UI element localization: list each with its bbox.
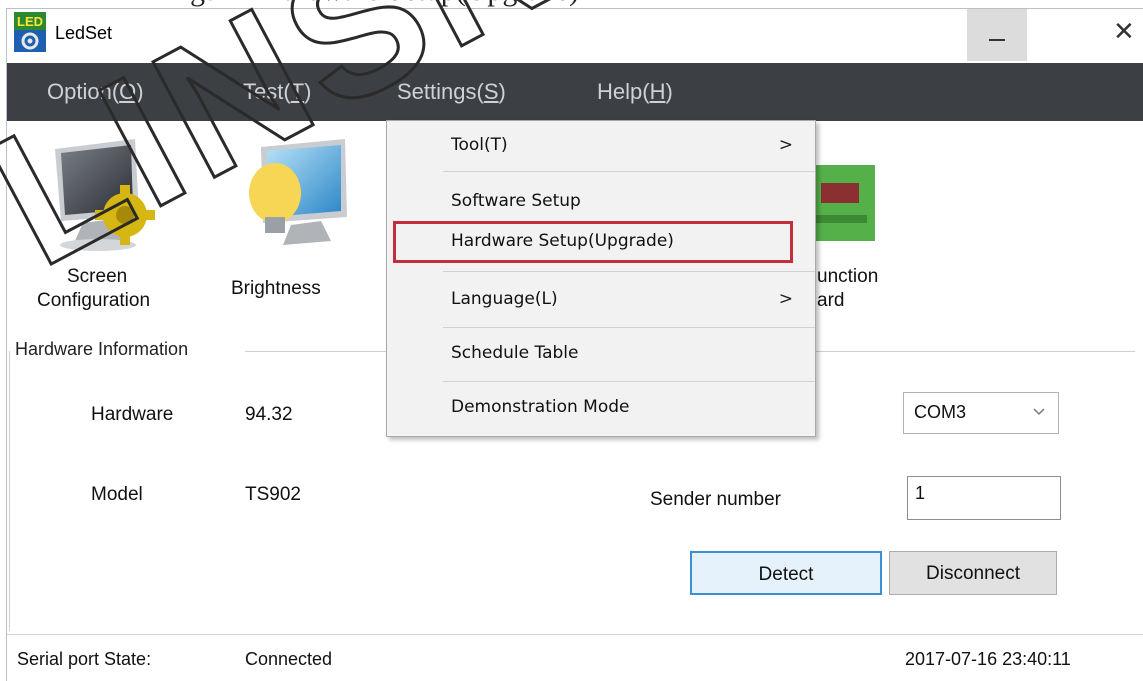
function-card-label-line2: ard	[817, 290, 845, 311]
menu-item-language-label: Language(L)	[451, 289, 558, 309]
menu-bar: Option(O) Test(T) Settings(S) Help(H)	[7, 63, 1143, 121]
menu-item-demonstration-mode[interactable]: Demonstration Mode	[387, 389, 815, 429]
screen-configuration-tool[interactable]	[43, 137, 173, 257]
menu-option-accelerator: O	[119, 79, 137, 104]
menu-option-suffix: )	[136, 79, 144, 104]
menu-item-tool-label: Tool(T)	[451, 135, 508, 155]
function-card-label-line1: unction	[817, 266, 879, 287]
menu-item-tool[interactable]: Tool(T) >	[387, 127, 815, 167]
menu-settings-suffix: )	[498, 79, 506, 104]
menu-separator	[443, 171, 815, 172]
menu-separator	[443, 271, 815, 272]
title-bar: LED LedSet ✕	[7, 9, 1143, 63]
window-title: LedSet	[55, 23, 113, 43]
minimize-icon	[989, 39, 1005, 41]
status-bar-divider	[7, 634, 1143, 635]
model-value: TS902	[245, 484, 301, 505]
close-icon: ✕	[1113, 17, 1135, 47]
serial-port-state-label: Serial port State:	[17, 649, 152, 669]
detect-button[interactable]: Detect	[690, 551, 882, 595]
highlight-annotation-box	[393, 221, 793, 263]
menu-test-label: Test(	[243, 79, 291, 104]
menu-test-accelerator: T	[290, 79, 305, 104]
brightness-label: Brightness	[231, 278, 321, 299]
menu-help-label: Help(	[597, 79, 650, 104]
serial-port-state-value: Connected	[245, 649, 333, 669]
menu-help-suffix: )	[665, 79, 673, 104]
document-caption: ngs → Hardware Setup(Upgrade)	[0, 0, 1143, 8]
menu-option-label: Option(	[47, 79, 120, 104]
caption-text: ngs → Hardware Setup(Upgrade)	[175, 0, 579, 8]
settings-dropdown-menu: Tool(T) > Software Setup Hardware Setup(…	[386, 120, 816, 437]
menu-help[interactable]: Help(H)	[597, 79, 673, 105]
submenu-arrow-icon: >	[778, 135, 793, 155]
menu-separator	[443, 381, 815, 382]
menu-settings-label: Settings(	[397, 79, 484, 104]
group-border-left	[9, 351, 10, 631]
menu-item-software-setup[interactable]: Software Setup	[387, 183, 815, 223]
hardware-information-heading: Hardware Information	[15, 339, 193, 360]
monitor-bulb-icon	[249, 139, 347, 245]
menu-item-schedule-table-label: Schedule Table	[451, 343, 579, 363]
menu-test-suffix: )	[304, 79, 312, 104]
com-port-select[interactable]: COM3	[903, 392, 1059, 434]
screen-config-label-line2: Configuration	[37, 290, 151, 311]
screen-config-label-line1: Screen	[67, 266, 128, 287]
hardware-value: 94.32	[245, 404, 293, 425]
menu-settings-accelerator: S	[483, 79, 499, 104]
menu-test[interactable]: Test(T)	[243, 79, 311, 105]
page: ngs → Hardware Setup(Upgrade) LED LedSet…	[0, 0, 1143, 681]
menu-separator	[443, 327, 815, 328]
model-label: Model	[91, 484, 143, 505]
brightness-tool[interactable]	[227, 137, 357, 257]
menu-help-accelerator: H	[649, 79, 666, 104]
app-logo-text: LED	[17, 14, 43, 29]
status-timestamp: 2017-07-16 23:40:11	[905, 649, 1071, 669]
menu-item-language[interactable]: Language(L) >	[387, 281, 815, 321]
hardware-label: Hardware	[91, 404, 174, 425]
minimize-button[interactable]	[967, 9, 1027, 61]
disconnect-button[interactable]: Disconnect	[889, 551, 1057, 595]
chevron-down-icon	[1032, 401, 1046, 425]
sender-number-value: 1	[915, 483, 926, 503]
menu-settings[interactable]: Settings(S)	[397, 79, 506, 105]
sender-number-label: Sender number	[650, 489, 781, 510]
menu-item-schedule-table[interactable]: Schedule Table	[387, 335, 815, 375]
close-button[interactable]: ✕	[1083, 9, 1143, 61]
monitor-gear-icon	[55, 139, 155, 251]
menu-item-demonstration-mode-label: Demonstration Mode	[451, 397, 630, 417]
submenu-arrow-icon: >	[778, 289, 793, 309]
com-port-value: COM3	[914, 402, 967, 422]
menu-option[interactable]: Option(O)	[47, 79, 144, 105]
sender-number-input[interactable]: 1	[907, 476, 1061, 520]
menu-item-software-setup-label: Software Setup	[451, 191, 581, 211]
app-logo-icon: LED	[13, 11, 47, 55]
